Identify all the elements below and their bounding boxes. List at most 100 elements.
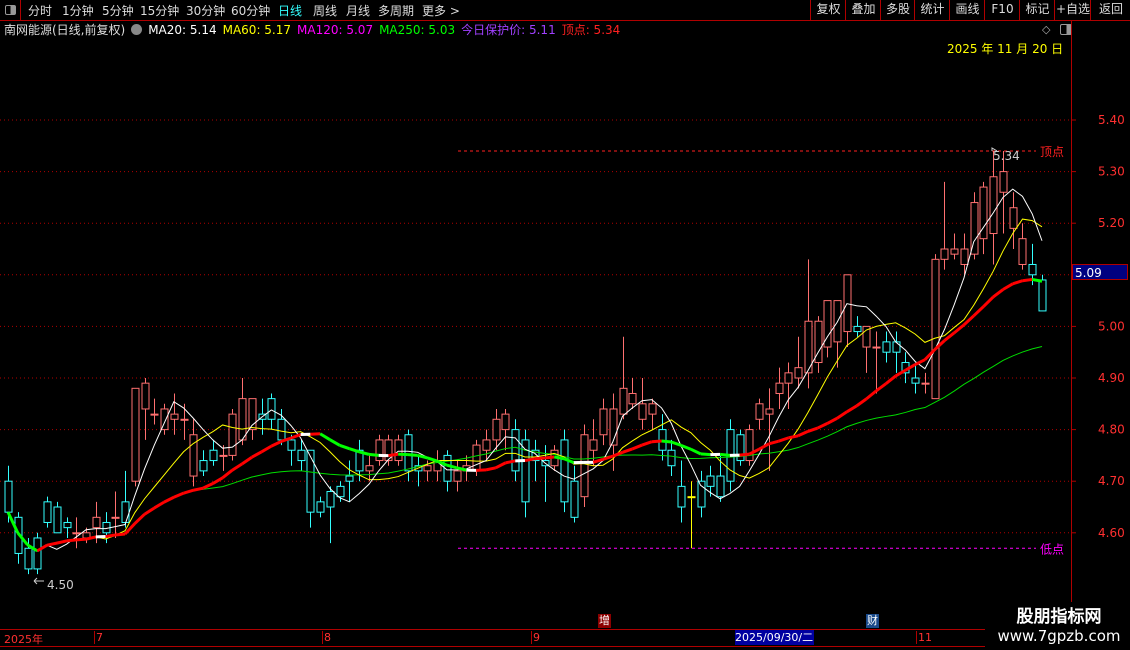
ma-thick-segment xyxy=(368,452,379,457)
candle xyxy=(560,429,569,513)
ma-thick-segment xyxy=(202,482,214,490)
candle xyxy=(628,378,637,409)
candle xyxy=(150,398,159,425)
candle xyxy=(111,491,120,538)
ma-thick-segment xyxy=(884,374,897,385)
ma-thick-segment xyxy=(865,389,878,401)
candle-body xyxy=(989,176,998,235)
ma-thick-segment xyxy=(846,404,858,414)
candle xyxy=(999,150,1008,234)
candle xyxy=(131,387,140,487)
ma-thick-segment xyxy=(1022,277,1033,283)
ma-thick-segment xyxy=(426,456,438,463)
candle-body xyxy=(4,480,13,513)
candle-body xyxy=(755,403,764,420)
candle-body xyxy=(472,444,481,472)
ma-thick-segment xyxy=(231,462,243,472)
ma-thick-segment xyxy=(46,541,58,547)
candle-body xyxy=(277,418,286,441)
candle-body xyxy=(570,480,579,518)
candle-body xyxy=(423,465,432,472)
candle-body xyxy=(375,439,384,462)
candle-body xyxy=(872,346,881,349)
candle xyxy=(1009,192,1018,249)
candle xyxy=(209,439,218,466)
candle xyxy=(414,455,423,487)
candle xyxy=(433,450,442,482)
candle xyxy=(599,398,608,446)
candle-body xyxy=(199,460,208,472)
ma-thick-segment xyxy=(339,443,350,451)
candle-body xyxy=(628,392,637,405)
current-price-tag: 5.09 xyxy=(1072,264,1128,280)
candle-body xyxy=(677,485,686,508)
ma-thick-segment xyxy=(329,438,341,447)
ma-thick-segment xyxy=(66,538,77,543)
candle-body xyxy=(33,537,42,570)
ma-thick-segment xyxy=(972,305,985,317)
ma-thick-segment xyxy=(485,466,497,472)
candle-body xyxy=(599,408,608,436)
candle xyxy=(394,434,403,466)
candle-body xyxy=(92,516,101,529)
candle xyxy=(950,233,959,260)
candle-body xyxy=(589,439,598,451)
candle xyxy=(219,445,228,471)
high-value-label: 5.34 xyxy=(993,149,1020,163)
candle xyxy=(453,460,462,492)
ma-thick-segment xyxy=(143,506,156,516)
ma-thick-segment xyxy=(251,450,263,459)
ma-thick-segment xyxy=(56,539,67,545)
candle xyxy=(638,378,647,430)
candle-body xyxy=(150,413,159,416)
ma-thick-segment xyxy=(290,433,302,440)
candle xyxy=(853,316,862,337)
candle xyxy=(43,496,52,528)
candle xyxy=(121,470,130,528)
candle xyxy=(814,316,823,373)
candle xyxy=(882,331,891,363)
candle xyxy=(784,362,793,409)
ma-thick-segment xyxy=(855,397,868,408)
x-label-month: 9 xyxy=(531,631,540,644)
low-value-label: 4.50 xyxy=(47,578,74,592)
candle-body xyxy=(24,547,33,570)
candle-body xyxy=(892,341,901,353)
candle xyxy=(979,181,988,255)
ma-thick-segment xyxy=(875,382,887,393)
candle xyxy=(823,300,832,358)
y-tick-label: 5.20 xyxy=(1098,216,1125,230)
ma-thick-segment xyxy=(348,447,360,454)
candlestick-chart[interactable]: 5.405.305.205.105.004.904.804.704.60顶点低点… xyxy=(0,0,1130,630)
candle-body xyxy=(404,434,413,472)
y-tick-label: 4.90 xyxy=(1098,371,1125,385)
candle-body xyxy=(501,413,510,431)
ma-thick-segment xyxy=(173,491,185,499)
candle-body xyxy=(267,398,276,420)
event-badge-increase[interactable]: 增 xyxy=(598,614,611,628)
watermark-url: www.7gpzb.com xyxy=(997,627,1121,645)
ma-thick-segment xyxy=(212,476,224,485)
candle xyxy=(72,517,81,549)
candle xyxy=(160,403,169,435)
y-tick-label: 5.40 xyxy=(1098,113,1125,127)
candle-body xyxy=(950,248,959,255)
candle-body xyxy=(121,501,130,523)
ma-thick-segment xyxy=(651,439,662,444)
x-label-month: 8 xyxy=(322,631,331,644)
candle xyxy=(833,300,842,368)
candle-body xyxy=(1009,207,1018,229)
ma-thick-segment xyxy=(163,495,175,504)
ma-thick-segment xyxy=(544,455,555,460)
x-axis: 2025年 7 8 9 2025/09/30/二 11 xyxy=(0,629,985,647)
y-tick-label: 5.30 xyxy=(1098,165,1125,179)
ma-thick-segment xyxy=(553,455,565,461)
candle-body xyxy=(843,274,852,333)
event-badge-finance[interactable]: 财 xyxy=(866,614,879,628)
low-arrow-icon xyxy=(33,577,44,585)
candle-body xyxy=(638,403,647,420)
candle xyxy=(443,450,452,492)
candle xyxy=(648,398,657,430)
candle-body xyxy=(765,408,774,415)
ma-thick-segment xyxy=(310,432,321,436)
